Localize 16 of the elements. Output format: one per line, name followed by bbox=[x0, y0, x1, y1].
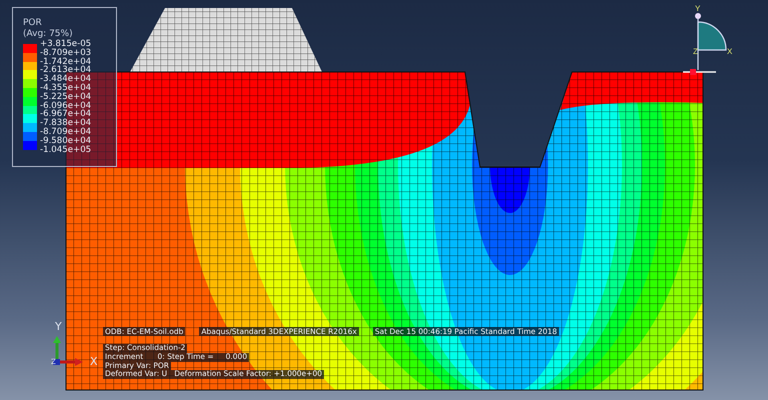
legend-subtitle: (Avg: 75%) bbox=[23, 29, 74, 40]
legend-value: -6.967e+04 bbox=[40, 110, 92, 120]
legend-value: -8.709e+04 bbox=[40, 128, 92, 137]
legend-value: +3.815e-05 bbox=[40, 40, 92, 49]
legend-value: -4.355e+04 bbox=[40, 84, 92, 93]
legend-value: -8.709e+03 bbox=[40, 48, 92, 58]
legend-value: -3.484e+04 bbox=[40, 75, 92, 84]
legend-value: -7.838e+04 bbox=[40, 119, 92, 128]
legend-value: -9.580e+04 bbox=[40, 136, 92, 146]
legend-value: -5.225e+04 bbox=[40, 92, 92, 102]
legend-value: -6.096e+04 bbox=[40, 102, 92, 110]
legend-value: -1.045e+05 bbox=[40, 146, 92, 154]
legend-title: POR bbox=[23, 18, 43, 29]
axis-label: Y bbox=[55, 321, 62, 333]
legend-value: -1.742e+04 bbox=[40, 58, 92, 66]
legend-value: -2.613e+04 bbox=[40, 66, 92, 76]
